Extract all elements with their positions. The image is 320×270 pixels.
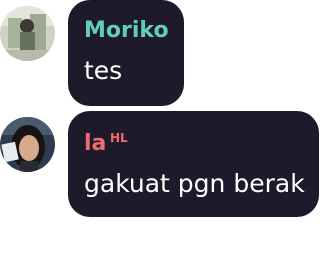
message-bubble[interactable]: Moriko tes [68,0,184,106]
message-text: tes [84,56,123,85]
la-avatar[interactable] [0,117,55,172]
moriko-avatar[interactable] [0,6,55,61]
message-text: gakuat pgn berak [84,169,305,198]
author-name[interactable]: la [84,133,106,155]
author-name[interactable]: Moriko [84,20,169,42]
author-badge: HL [110,131,128,145]
message-bubble[interactable]: la HL gakuat pgn berak [68,111,319,217]
